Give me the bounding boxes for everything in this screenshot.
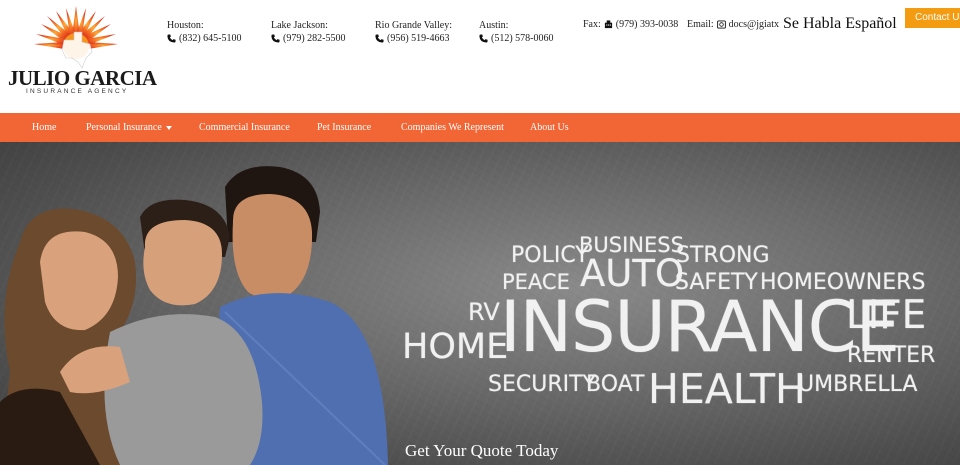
phone-icon xyxy=(271,34,280,43)
word-security: SECURITY xyxy=(488,372,596,397)
word-health: HEALTH xyxy=(648,365,806,413)
fax-icon xyxy=(604,20,612,29)
contact-us-button[interactable]: Contact Us! xyxy=(905,8,960,28)
email-label: Email: xyxy=(687,19,714,30)
email-address[interactable]: docs@jgiatx xyxy=(729,19,779,30)
envelope-icon xyxy=(716,20,726,29)
site-header: Julio Garcia INSURANCE AGENCY Houston: (… xyxy=(0,0,960,113)
office-city: Rio Grande Valley: xyxy=(375,20,453,31)
phone-icon xyxy=(479,34,488,43)
phone-icon xyxy=(167,34,176,43)
office-houston: Houston: (832) 645-5100 xyxy=(167,19,242,45)
office-city: Lake Jackson: xyxy=(271,20,328,31)
fax-label: Fax: xyxy=(583,19,601,30)
office-rio-grande-valley: Rio Grande Valley: (956) 519-4663 xyxy=(375,19,452,45)
fax-number: (979) 393-0038 xyxy=(615,19,679,30)
main-nav: Home Personal Insurance Commercial Insur… xyxy=(0,113,960,142)
fax-info: Fax: (979) 393-0038 xyxy=(583,19,678,30)
nav-commercial-insurance[interactable]: Commercial Insurance xyxy=(199,113,290,142)
nav-personal-insurance[interactable]: Personal Insurance xyxy=(86,113,172,142)
phone-number: (956) 519-4663 xyxy=(387,33,450,44)
hero-banner: POLICY BUSINESS STRONG PEACE AUTO SAFETY… xyxy=(0,142,960,465)
office-austin: Austin: (512) 578-0060 xyxy=(479,19,554,45)
nav-personal-label: Personal Insurance xyxy=(86,122,162,133)
word-life: LIFE xyxy=(846,293,927,338)
nav-about-us[interactable]: About Us xyxy=(530,113,569,142)
logo-subtitle: INSURANCE AGENCY xyxy=(26,88,129,95)
nav-companies[interactable]: Companies We Represent xyxy=(401,113,504,142)
phone-number: (512) 578-0060 xyxy=(491,33,554,44)
word-rv: RV xyxy=(468,298,500,326)
office-phone-link[interactable]: (832) 645-5100 xyxy=(167,32,242,45)
email-info: Email: docs@jgiatx xyxy=(687,19,779,30)
chevron-down-icon xyxy=(165,125,172,130)
phone-icon xyxy=(375,34,384,43)
phone-number: (832) 645-5100 xyxy=(179,33,242,44)
word-policy: POLICY xyxy=(511,243,589,268)
family-photo xyxy=(0,166,388,465)
nav-home[interactable]: Home xyxy=(32,113,56,142)
office-phone-link[interactable]: (956) 519-4663 xyxy=(375,32,452,45)
office-city: Houston: xyxy=(167,20,204,31)
word-boat: BOAT xyxy=(586,372,645,397)
nav-pet-insurance[interactable]: Pet Insurance xyxy=(317,113,371,142)
office-phone-link[interactable]: (512) 578-0060 xyxy=(479,32,554,45)
word-home: HOME xyxy=(402,327,509,367)
agency-logo[interactable]: Julio Garcia INSURANCE AGENCY xyxy=(4,4,157,104)
word-umbrella: UMBRELLA xyxy=(798,372,918,397)
word-insurance: INSURANCE xyxy=(500,286,900,368)
phone-number: (979) 282-5500 xyxy=(283,33,346,44)
office-lake-jackson: Lake Jackson: (979) 282-5500 xyxy=(271,19,346,45)
office-phone-link[interactable]: (979) 282-5500 xyxy=(271,32,346,45)
office-city: Austin: xyxy=(479,20,509,31)
word-renter: RENTER xyxy=(847,343,936,368)
quote-cta[interactable]: Get Your Quote Today xyxy=(405,441,558,461)
word-strong: STRONG xyxy=(676,243,770,268)
language-note: Se Habla Español xyxy=(783,15,897,32)
